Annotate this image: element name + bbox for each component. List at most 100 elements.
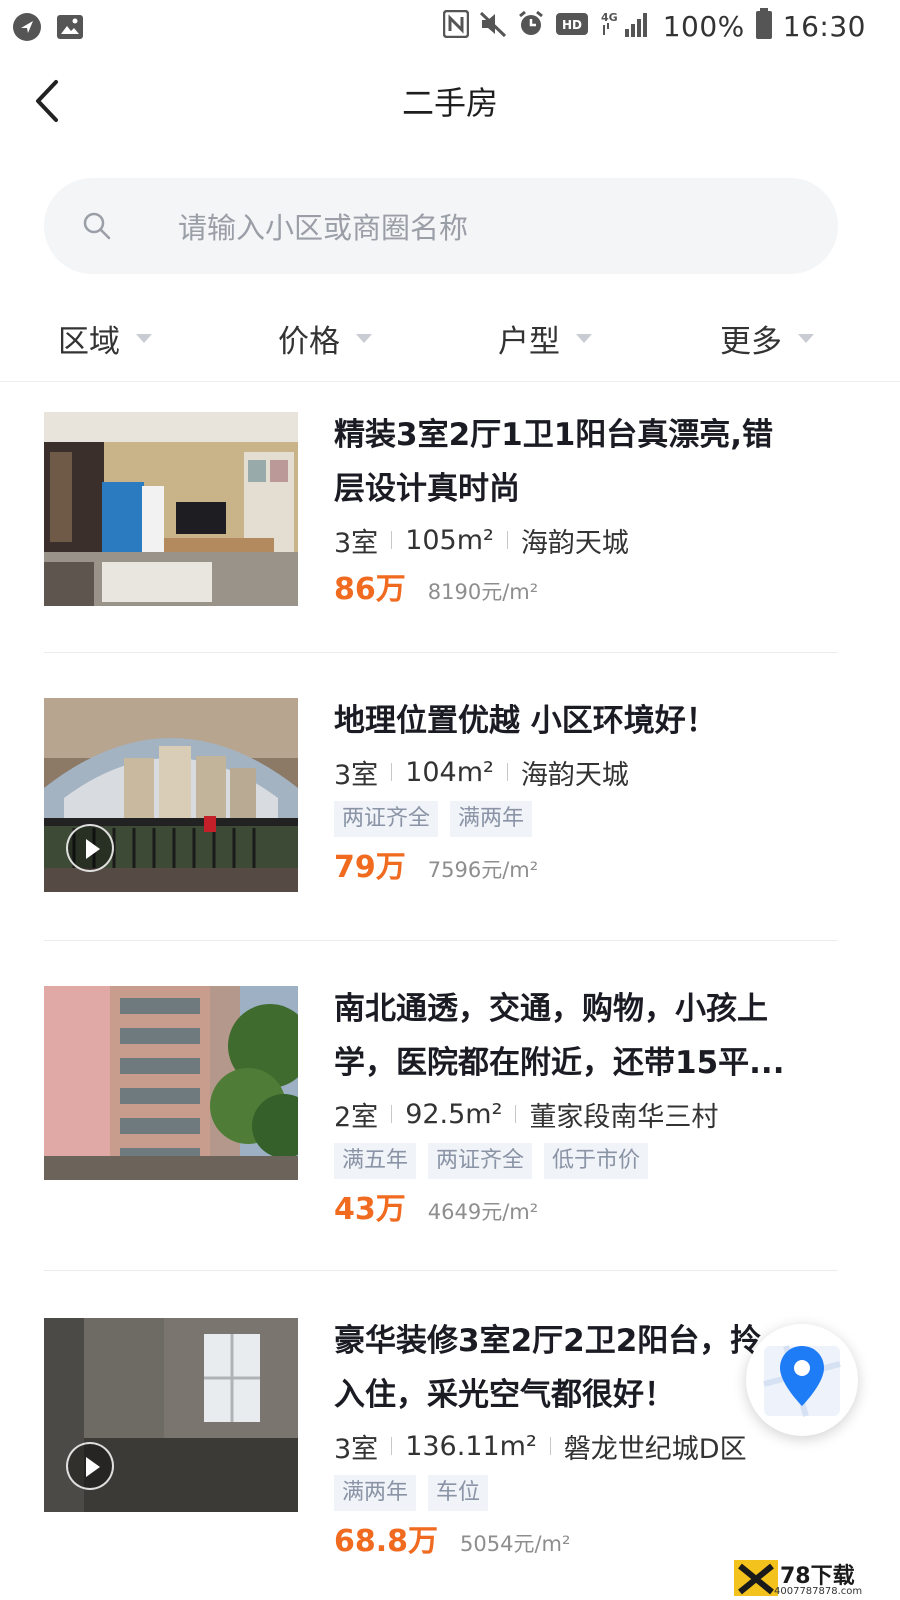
status-bar: HD 4G 100% 16:30: [0, 0, 900, 56]
caret-down-icon: [356, 333, 372, 343]
listing-price: 79万: [334, 850, 406, 885]
separator: [391, 531, 393, 549]
watermark-sub: 4007787878.com: [774, 1586, 863, 1597]
listing-area: 92.5m²: [405, 1098, 503, 1130]
listing-rooms: 3室: [334, 1433, 379, 1465]
separator: [506, 763, 508, 781]
separator: [391, 1437, 393, 1455]
listing-photo: [44, 1318, 298, 1512]
listing-tags: 两证齐全 满两年: [334, 796, 834, 842]
filter-price[interactable]: 价格: [278, 316, 372, 360]
filter-label: 区域: [58, 323, 120, 360]
listing-rooms: 2室: [334, 1101, 379, 1133]
signal-icon: 4G: [599, 9, 653, 43]
filter-label: 户型: [498, 323, 560, 360]
divider: [44, 940, 838, 941]
listing-photo: [44, 412, 298, 606]
listing-card[interactable]: 精装3室2厅1卫1阳台真漂亮,错 层设计真时尚 3室 105m² 海韵天城 86…: [44, 412, 838, 612]
battery-percent: 100%: [662, 9, 745, 43]
filter-more[interactable]: 更多: [720, 316, 814, 360]
listing-card[interactable]: 南北通透，交通，购物，小孩上 学，医院都在附近，还带15平... 2室 92.5…: [44, 986, 838, 1227]
network-label: 4G: [601, 11, 618, 24]
listing-tag: 满五年: [334, 1143, 417, 1179]
search-placeholder: 请输入小区或商圈名称: [178, 211, 469, 245]
listing-title-line: 南北通透，交通，购物，小孩上: [334, 991, 768, 1027]
listing-title-line: 学，医院都在附近，还带15平...: [334, 1045, 785, 1081]
listing-community: 磐龙世纪城D区: [563, 1433, 747, 1465]
navigation-icon: [12, 12, 42, 46]
listing-price: 86万: [334, 572, 406, 607]
listing-tag: 两证齐全: [334, 801, 439, 837]
image-icon: [56, 14, 84, 44]
listing-title: 精装3室2厅1卫1阳台真漂亮,错 层设计真时尚: [334, 408, 834, 516]
separator: [391, 1105, 393, 1123]
listing-unit-price: 7596元/m²: [427, 858, 539, 882]
listing-card[interactable]: 地理位置优越 小区环境好！ 3室 104m² 海韵天城 两证齐全 满两年 79万…: [44, 698, 838, 898]
listing-title-line: 精装3室2厅1卫1阳台真漂亮,错: [334, 417, 774, 453]
listing-price: 68.8万: [334, 1524, 439, 1559]
separator: [391, 763, 393, 781]
listing-title: 南北通透，交通，购物，小孩上 学，医院都在附近，还带15平...: [334, 982, 834, 1090]
listing-card[interactable]: 豪华装修3室2厅2卫2阳台，拎 入住，采光空气都很好！ 3室 136.11m² …: [44, 1318, 838, 1578]
listing-area: 136.11m²: [405, 1430, 537, 1462]
filter-bar: 区域 价格 户型 更多: [0, 298, 900, 382]
listing-photo: [44, 698, 298, 892]
listing-unit-price: 4649元/m²: [427, 1200, 539, 1224]
listing-price: 43万: [334, 1192, 406, 1227]
listing-area: 104m²: [405, 756, 494, 788]
hd-icon: HD: [555, 12, 589, 40]
listing-title-line: 层设计真时尚: [334, 471, 520, 507]
filter-layout[interactable]: 户型: [498, 316, 592, 360]
separator: [549, 1437, 551, 1455]
listing-tag: 满两年: [334, 1475, 417, 1511]
listing-rooms: 3室: [334, 527, 379, 559]
search-icon: [82, 211, 112, 245]
map-pin-icon: [763, 1345, 841, 1417]
caret-down-icon: [136, 333, 152, 343]
listing-tags: 满五年 两证齐全 低于市价: [334, 1138, 834, 1184]
listing-tag: 低于市价: [544, 1143, 649, 1179]
watermark-logo-icon: [734, 1560, 778, 1596]
caret-down-icon: [576, 333, 592, 343]
listing-photo: [44, 986, 298, 1180]
listing-meta: 3室 136.11m² 磐龙世纪城D区: [334, 1422, 834, 1470]
page-title: 二手房: [401, 84, 498, 122]
watermark: 78下载 4007787878.com: [734, 1558, 884, 1598]
nfc-icon: [442, 9, 469, 42]
listing-meta: 3室 105m² 海韵天城: [334, 516, 834, 564]
hd-label: HD: [562, 18, 582, 32]
separator: [506, 531, 508, 549]
listing-title-line: 地理位置优越 小区环境好！: [334, 703, 717, 739]
divider: [44, 1270, 838, 1271]
listing-rooms: 3室: [334, 759, 379, 791]
filter-region[interactable]: 区域: [58, 316, 152, 360]
map-view-button[interactable]: [746, 1324, 858, 1436]
listing-community: 海韵天城: [520, 759, 629, 791]
listing-unit-price: 5054元/m²: [460, 1532, 571, 1556]
listing-title: 地理位置优越 小区环境好！: [334, 694, 834, 748]
mute-icon: [479, 10, 507, 42]
listing-price-row: 86万 8190元/m²: [334, 564, 834, 618]
listing-community: 董家段南华三村: [529, 1101, 719, 1133]
listing-tag: 两证齐全: [428, 1143, 533, 1179]
listing-meta: 3室 104m² 海韵天城: [334, 748, 834, 796]
play-video-icon[interactable]: [66, 1442, 114, 1490]
battery-icon: [755, 8, 773, 44]
navigation-bar: 二手房: [0, 56, 900, 146]
separator: [515, 1105, 517, 1123]
search-input[interactable]: 请输入小区或商圈名称: [44, 178, 838, 274]
divider: [44, 652, 838, 653]
play-video-icon[interactable]: [66, 824, 114, 872]
listing-tags: 满两年 车位: [334, 1470, 834, 1516]
alarm-icon: [517, 10, 545, 42]
filter-label: 价格: [278, 323, 340, 360]
listing-price-row: 43万 4649元/m²: [334, 1184, 834, 1238]
listing-unit-price: 8190元/m²: [427, 580, 539, 604]
listing-area: 105m²: [405, 524, 494, 556]
listing-price-row: 79万 7596元/m²: [334, 842, 834, 896]
clock: 16:30: [782, 9, 866, 43]
listing-community: 海韵天城: [520, 527, 629, 559]
listing-meta: 2室 92.5m² 董家段南华三村: [334, 1090, 834, 1138]
listing-tag: 满两年: [450, 801, 533, 837]
caret-down-icon: [798, 333, 814, 343]
